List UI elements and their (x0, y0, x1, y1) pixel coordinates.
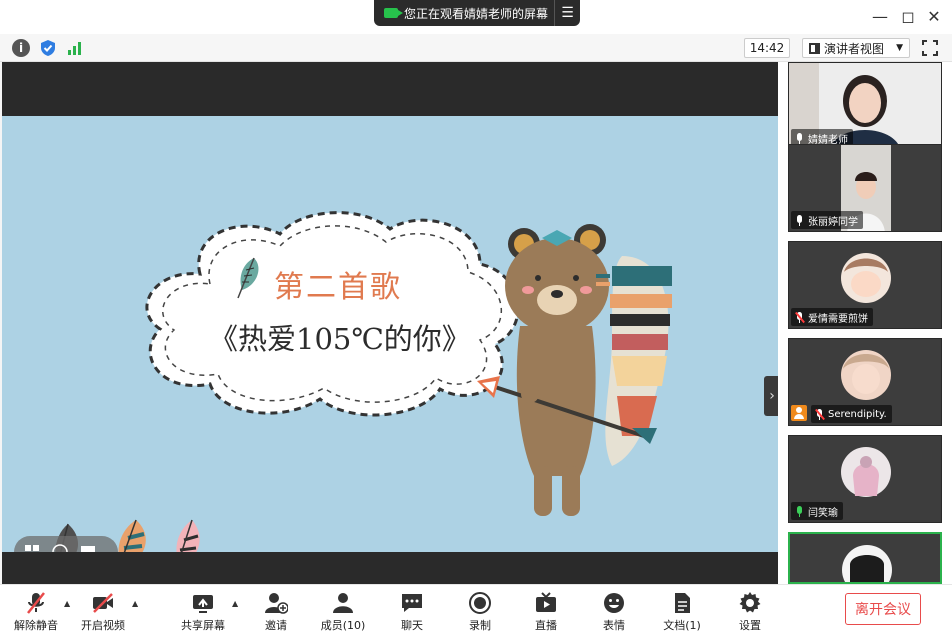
live-stream-label: 直播 (535, 619, 557, 632)
participant-name-bar: 张丽婷同学 (791, 211, 863, 229)
microphone-muted-icon (795, 311, 805, 323)
microphone-icon (795, 214, 804, 226)
settings-button[interactable]: 设置 (734, 591, 766, 635)
chat-bubble-icon[interactable] (80, 544, 96, 552)
live-stream-button[interactable]: 直播 (530, 591, 562, 635)
microphone-muted-icon (815, 408, 825, 420)
participant-name-bar: 闫笑瑜 (791, 502, 843, 520)
emoji-icon (604, 593, 624, 613)
emoji-label: 表情 (603, 619, 625, 632)
microphone-speaking-icon (795, 505, 804, 517)
slide-subtitle: 《热爱105℃的你》 (209, 322, 471, 356)
invite-label: 邀请 (265, 619, 287, 632)
record-button[interactable]: 录制 (464, 591, 496, 635)
close-icon[interactable]: ✕ (922, 7, 946, 26)
shared-screen-area: 第二首歌 《热爱105℃的你》 › (2, 62, 780, 584)
start-video-button[interactable]: 开启视频 (80, 591, 126, 635)
participant-tile[interactable]: 闫笑瑜 (788, 435, 942, 523)
document-icon (675, 593, 690, 613)
decorative-feather-icon (176, 519, 200, 552)
maximize-icon[interactable]: ◻ (896, 7, 920, 26)
emoji-reaction-icon[interactable] (52, 544, 68, 552)
bear-illustration-icon (477, 224, 672, 516)
record-label: 录制 (469, 619, 491, 632)
meeting-toolbar: 解除静音 ▲ 开启视频 ▲ 共享屏幕 ▲ 邀请 成员(10) 聊天 录制 直播 … (0, 584, 952, 637)
cloud-shape-icon (145, 211, 520, 417)
share-screen-label: 共享屏幕 (181, 619, 225, 632)
video-options-caret-icon[interactable]: ▲ (132, 599, 138, 608)
list-menu-icon[interactable]: ☰ (554, 0, 580, 26)
participant-tile[interactable]: 婧婧老师 (788, 62, 942, 150)
documents-label: 文档(1) (663, 619, 701, 632)
share-banner-text: 您正在观看婧婧老师的屏幕 (404, 6, 549, 21)
invite-button[interactable]: 邀请 (260, 591, 292, 635)
speaker-view-icon (809, 42, 820, 54)
share-options-caret-icon[interactable]: ▲ (232, 599, 238, 608)
participant-tile[interactable]: Serendipity. (788, 338, 942, 426)
participant-name: 爱情需要煎饼 (808, 313, 868, 325)
chat-bubble-icon (402, 594, 422, 612)
settings-label: 设置 (739, 619, 761, 632)
participant-name-bar: Serendipity. (811, 405, 892, 423)
record-icon (469, 592, 491, 614)
participant-tile[interactable] (788, 532, 942, 584)
participant-avatar (790, 534, 940, 582)
title-bar: 您正在观看婧婧老师的屏幕 ☰ — ◻ ✕ (0, 0, 952, 34)
microphone-icon (795, 132, 804, 144)
members-label: 成员(10) (320, 619, 366, 632)
unmute-label: 解除静音 (14, 619, 58, 632)
video-off-icon (93, 593, 113, 613)
network-signal-icon[interactable] (66, 39, 84, 57)
unmute-button[interactable]: 解除静音 (14, 591, 58, 635)
participant-tile[interactable]: 张丽婷同学 (788, 144, 942, 232)
start-video-label: 开启视频 (81, 619, 125, 632)
host-user-icon (791, 405, 807, 421)
minimize-icon[interactable]: — (868, 7, 892, 26)
participant-name-bar: 爱情需要煎饼 (791, 308, 873, 326)
share-screen-button[interactable]: 共享屏幕 (180, 591, 226, 635)
video-camera-icon (384, 8, 403, 18)
screen-share-banner[interactable]: 您正在观看婧婧老师的屏幕 ☰ (374, 0, 580, 26)
microphone-muted-icon (27, 592, 45, 614)
view-mode-dropdown[interactable]: 演讲者视图 ▼ (802, 38, 910, 58)
audio-options-caret-icon[interactable]: ▲ (64, 599, 70, 608)
add-user-icon (265, 593, 288, 614)
feather-icon (237, 257, 259, 299)
participant-name: 闫笑瑜 (808, 507, 838, 519)
participant-name: 张丽婷同学 (808, 216, 858, 228)
participant-name: Serendipity. (828, 408, 887, 420)
annotation-floating-toolbar[interactable] (14, 536, 118, 552)
presentation-slide: 第二首歌 《热爱105℃的你》 (2, 116, 778, 552)
participant-video-panel: 婧婧老师 张丽婷同学 爱情需要煎饼 Serendipity. 闫笑瑜 (778, 62, 952, 584)
security-shield-icon[interactable] (39, 39, 57, 57)
chat-button[interactable]: 聊天 (396, 591, 428, 635)
gear-icon (739, 592, 761, 613)
documents-button[interactable]: 文档(1) (662, 591, 702, 635)
live-stream-icon (536, 592, 556, 612)
leave-meeting-button[interactable]: 离开会议 (845, 593, 921, 625)
view-mode-label: 演讲者视图 (824, 41, 885, 56)
members-button[interactable]: 成员(10) (320, 591, 366, 635)
emoji-button[interactable]: 表情 (598, 591, 630, 635)
participant-tile[interactable]: 爱情需要煎饼 (788, 241, 942, 329)
chevron-down-icon: ▼ (896, 43, 903, 53)
apps-grid-icon[interactable] (24, 544, 40, 552)
share-screen-icon (193, 595, 213, 613)
info-icon[interactable]: i (12, 39, 30, 57)
meeting-clock: 14:42 (744, 38, 790, 58)
meeting-info-bar: i 14:42 演讲者视图 ▼ (0, 34, 952, 62)
slide-title: 第二首歌 (274, 270, 402, 305)
fullscreen-icon[interactable] (922, 40, 938, 56)
chat-label: 聊天 (401, 619, 423, 632)
members-icon (333, 593, 353, 613)
